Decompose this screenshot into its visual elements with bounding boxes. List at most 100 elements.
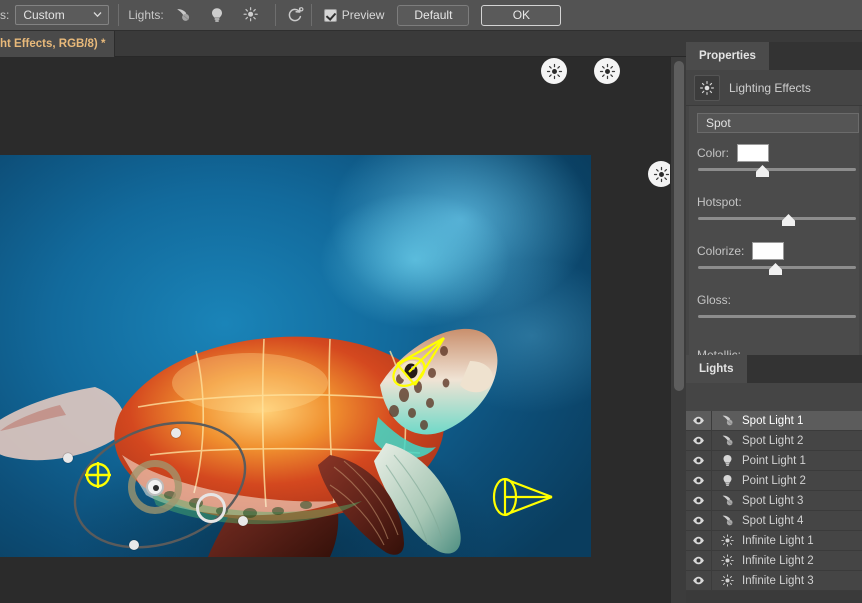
eye-toggle-icon[interactable]	[686, 570, 712, 591]
slider-knob[interactable]	[769, 263, 782, 275]
preview-checkbox[interactable]: Preview	[323, 8, 385, 22]
infinite-light-icon	[546, 63, 562, 79]
color-swatch[interactable]	[737, 144, 770, 162]
eye-toggle-icon[interactable]	[686, 430, 712, 451]
lights-tabbar: Lights	[686, 355, 862, 383]
hotspot-slider[interactable]	[698, 213, 856, 230]
prop-row-hotspot: Hotspot:	[689, 191, 859, 230]
eye-toggle-icon[interactable]	[686, 470, 712, 491]
lighting-effects-icon	[694, 74, 720, 101]
separator	[118, 4, 120, 26]
spot-handle-right[interactable]	[238, 516, 248, 526]
light-row-8[interactable]: Infinite Light 2	[686, 550, 862, 571]
colorize-swatch[interactable]	[752, 242, 785, 260]
slider-track	[698, 315, 856, 318]
right-panel-dock: Properties Lighting Effects Spot Color: …	[686, 42, 862, 603]
chevron-down-icon	[93, 12, 102, 18]
color-label: Color:	[697, 146, 730, 160]
hotspot-label: Hotspot:	[697, 195, 742, 209]
tab-properties[interactable]: Properties	[686, 42, 769, 70]
light-name: Spot Light 3	[742, 494, 804, 507]
document-image	[0, 155, 591, 557]
separator-3	[310, 4, 312, 26]
light-row-9[interactable]: Infinite Light 3	[686, 570, 862, 591]
slider-knob[interactable]	[782, 214, 795, 226]
presets-label: ets:	[0, 8, 10, 22]
light-name: Spot Light 1	[742, 414, 804, 427]
infinite-light-icon	[712, 573, 742, 588]
reset-icon[interactable]	[285, 5, 305, 25]
spot-light-icon[interactable]	[173, 5, 193, 25]
spot-handle-top[interactable]	[171, 428, 181, 438]
scrollbar-thumb[interactable]	[674, 61, 684, 391]
spot-cone-widget-right[interactable]	[490, 473, 556, 521]
eye-toggle-icon[interactable]	[686, 490, 712, 511]
preset-value: Custom	[23, 8, 65, 22]
eye-toggle-icon[interactable]	[686, 530, 712, 551]
light-type-buttons	[173, 5, 261, 25]
document-tab[interactable]: ht Effects, RGB/8) *	[0, 31, 116, 57]
spot-light-icon	[712, 513, 742, 528]
infinite-light-icon[interactable]	[241, 5, 261, 25]
colorize-slider[interactable]	[698, 262, 856, 279]
spot-center-handle[interactable]	[146, 478, 164, 496]
light-row-6[interactable]: Spot Light 4	[686, 510, 862, 531]
light-name: Infinite Light 3	[742, 574, 814, 587]
point-light-icon	[712, 473, 742, 488]
lights-list: Spot Light 1 Spot Light 2 Point Light 1 Poi…	[686, 410, 862, 591]
slider-track	[698, 168, 856, 171]
properties-tabbar: Properties	[686, 42, 862, 70]
lights-label: Lights:	[128, 8, 164, 22]
eye-toggle-icon[interactable]	[686, 450, 712, 471]
light-row-2[interactable]: Spot Light 2	[686, 430, 862, 451]
infinite-light-badge-1[interactable]	[541, 58, 567, 84]
eye-toggle-icon[interactable]	[686, 510, 712, 531]
light-row-1[interactable]: Spot Light 1	[686, 410, 862, 431]
preview-label: Preview	[341, 8, 385, 22]
color-intensity-slider[interactable]	[698, 164, 856, 181]
infinite-light-badge-2[interactable]	[594, 58, 620, 84]
canvas-vertical-scrollbar[interactable]	[670, 57, 686, 603]
prop-row-colorize: Colorize:	[689, 240, 859, 279]
document-tab-title: ht Effects, RGB/8) *	[0, 38, 106, 50]
prop-row-gloss: Gloss:	[689, 289, 859, 328]
spot-light-icon	[712, 433, 742, 448]
spot-falloff-ring[interactable]	[196, 493, 226, 523]
light-name: Spot Light 2	[742, 434, 804, 447]
spot-handle-bottom[interactable]	[129, 540, 139, 550]
gloss-slider[interactable]	[698, 311, 856, 328]
properties-header: Lighting Effects	[686, 70, 862, 106]
infinite-light-icon	[712, 533, 742, 548]
eye-toggle-icon[interactable]	[686, 410, 712, 431]
checkbox-box	[323, 8, 337, 22]
infinite-light-badge-3[interactable]	[648, 161, 670, 187]
light-row-4[interactable]: Point Light 2	[686, 470, 862, 491]
default-button[interactable]: Default	[397, 4, 470, 26]
preset-dropdown[interactable]: Custom	[15, 5, 110, 25]
point-light-icon[interactable]	[207, 5, 227, 25]
spot-light-icon	[712, 493, 742, 508]
slider-knob[interactable]	[756, 165, 769, 177]
slider-track	[698, 217, 856, 220]
spot-cone-widget-upper[interactable]	[388, 333, 450, 395]
options-bar: ets: Custom Lights:	[0, 0, 862, 31]
tab-lights[interactable]: Lights	[686, 355, 747, 383]
properties-header-title: Lighting Effects	[729, 80, 811, 95]
point-light-crosshair-icon-upper[interactable]	[83, 460, 113, 490]
light-row-3[interactable]: Point Light 1	[686, 450, 862, 471]
light-type-value: Spot	[706, 116, 731, 130]
photoshop-lighting-effects-dialog: ets: Custom Lights:	[0, 0, 862, 603]
lights-panel: Lights Spot Light 1 Spot Light 2 Point Lig…	[686, 355, 862, 603]
light-row-7[interactable]: Infinite Light 1	[686, 530, 862, 551]
light-name: Point Light 1	[742, 454, 806, 467]
light-type-field[interactable]: Spot	[697, 113, 859, 133]
eye-toggle-icon[interactable]	[686, 550, 712, 571]
infinite-light-icon	[599, 63, 615, 79]
light-row-5[interactable]: Spot Light 3	[686, 490, 862, 511]
light-name: Spot Light 4	[742, 514, 804, 527]
spot-handle-left[interactable]	[63, 453, 73, 463]
separator-2	[274, 4, 276, 26]
canvas-area[interactable]	[0, 57, 670, 603]
light-name: Point Light 2	[742, 474, 806, 487]
ok-button[interactable]: OK	[481, 4, 562, 26]
